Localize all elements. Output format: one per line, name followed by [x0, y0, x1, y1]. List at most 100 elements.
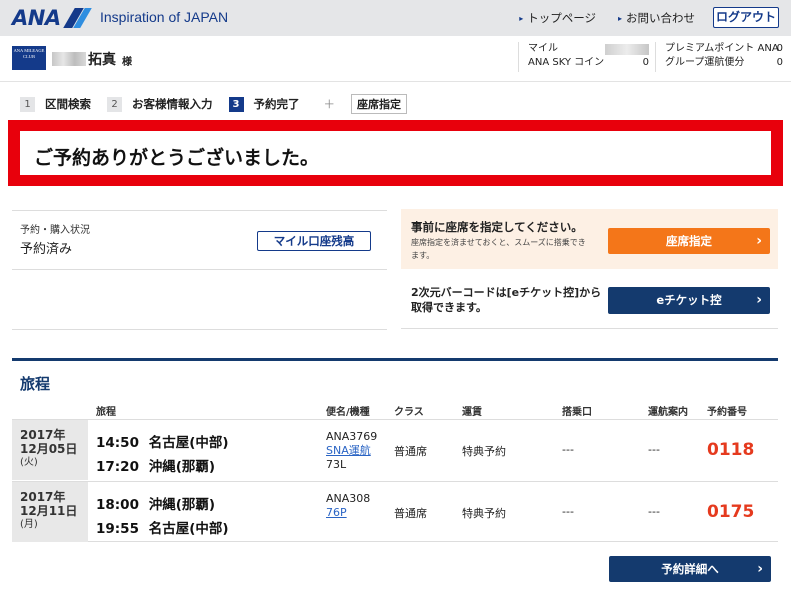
sky-coin-label: ANA SKY コイン	[528, 57, 605, 68]
fare-type: 特典予約	[462, 445, 506, 458]
group-flights-value: 0	[776, 57, 783, 68]
seat-panel-subtitle: 座席指定を済ませておくと、スムーズに搭乗できます。	[411, 238, 586, 260]
redacted-miles	[605, 44, 649, 55]
col-fare: 運賃	[462, 407, 482, 418]
plus-icon: ＋	[323, 97, 336, 111]
arrival-time: 17:20	[96, 459, 139, 475]
step-number: 2	[107, 96, 122, 112]
departure-time: 14:50	[96, 435, 139, 451]
arrival-time: 19:55	[96, 521, 139, 537]
departure-airport: 沖縄(那覇)	[148, 497, 216, 513]
status-value: 予約済み	[20, 242, 73, 257]
contact-link[interactable]: お問い合わせ	[618, 10, 695, 26]
fare-type: 特典予約	[462, 507, 506, 520]
booking-status-box: 予約・購入状況 予約済み マイル口座残高	[12, 210, 387, 330]
top-page-link[interactable]: トップページ	[519, 10, 596, 26]
step-search: 1 区間検索	[20, 96, 91, 112]
step-customer-info: 2 お客様情報入力	[107, 96, 213, 112]
arrival-airport: 沖縄(那覇)	[148, 459, 216, 475]
logout-button[interactable]: ログアウト	[713, 7, 779, 28]
date-day: 12月11日	[20, 504, 78, 518]
seat-panel-title: 事前に座席を指定してください。	[411, 220, 583, 234]
col-booking: 予約番号	[707, 407, 747, 418]
flight-info: ANA3769 SNA運航 73L	[326, 430, 377, 472]
step-number: 3	[228, 96, 244, 112]
aircraft-type: 73L	[326, 458, 347, 471]
points-summary: プレミアムポイント 0 ANAグループ運航便分 0	[655, 42, 783, 72]
honorific: 様	[122, 57, 132, 68]
flight-date: 2017年 12月05日 (火)	[12, 420, 88, 480]
sky-coin-value: 0	[642, 57, 649, 68]
mileage-club-badge: ANA MILEAGE CLUB	[12, 46, 46, 70]
logo-stripes-icon	[62, 8, 92, 28]
aircraft-link[interactable]: 76P	[326, 506, 370, 520]
user-info-bar: ANA MILEAGE CLUB 拓真 様 マイル ANA SKY コイン 0 …	[0, 36, 791, 82]
departure-time: 18:00	[96, 497, 139, 513]
date-weekday: (火)	[20, 457, 38, 468]
departure-airport: 名古屋(中部)	[148, 435, 229, 451]
flight-number: ANA3769	[326, 430, 378, 443]
booking-number: 0175	[707, 502, 755, 522]
redacted-surname	[52, 52, 86, 66]
eticket-button-label: eチケット控	[656, 293, 722, 307]
banner-inner: ご予約ありがとうございました。	[20, 131, 771, 175]
col-flight: 便名/機種	[326, 407, 370, 418]
step-number: 1	[20, 96, 35, 112]
table-row: 2017年 12月05日 (火) 14:50 名古屋(中部) 17:20 沖縄(…	[12, 419, 778, 480]
premium-points-label: プレミアムポイント	[665, 43, 755, 54]
arrival: 17:20 沖縄(那覇)	[96, 455, 215, 475]
thank-you-message: ご予約ありがとうございました。	[34, 147, 320, 169]
seat-class: 普通席	[394, 445, 427, 458]
eticket-panel: 2次元バーコードは[eチケット控]から取得できます。 eチケット控 ›	[401, 273, 778, 329]
step-label: 予約完了	[253, 97, 300, 111]
col-gate: 搭乗口	[562, 407, 592, 418]
col-operation: 運航案内	[648, 407, 688, 418]
operator-link[interactable]: SNA運航	[326, 444, 377, 458]
operation-info: ---	[648, 443, 660, 456]
booking-number: 0118	[707, 440, 755, 460]
seat-class: 普通席	[394, 507, 427, 520]
arrival-airport: 名古屋(中部)	[148, 521, 229, 537]
seat-selection-button[interactable]: 座席指定 ›	[608, 228, 770, 254]
departure: 18:00 沖縄(那覇)	[96, 493, 215, 513]
flight-number: ANA308	[326, 492, 371, 505]
date-weekday: (月)	[20, 519, 38, 530]
arrival: 19:55 名古屋(中部)	[96, 517, 229, 537]
col-class: クラス	[394, 407, 424, 418]
mile-balance-button[interactable]: マイル口座残高	[257, 231, 371, 251]
operation-info: ---	[648, 505, 660, 518]
ana-logo[interactable]: ANA	[12, 6, 92, 30]
booking-steps: 1 区間検索 2 お客様情報入力 3 予約完了 ＋ 座席指定	[20, 94, 407, 114]
itinerary-header: 旅程 便名/機種 クラス 運賃 搭乗口 運航案内 予約番号	[12, 401, 778, 419]
gate: ---	[562, 505, 574, 518]
itinerary-title: 旅程	[20, 375, 51, 393]
flight-date: 2017年 12月11日 (月)	[12, 482, 88, 542]
divider	[12, 269, 387, 270]
date-year: 2017年	[20, 428, 66, 442]
miles-summary: マイル ANA SKY コイン 0	[518, 42, 655, 72]
chevron-right-icon: ›	[756, 233, 762, 249]
chevron-right-icon: ›	[756, 292, 762, 308]
details-button-label: 予約詳細へ	[661, 562, 719, 576]
user-name: 拓真	[88, 52, 116, 68]
eticket-text: 2次元バーコードは[eチケット控]から取得できます。	[411, 286, 602, 314]
logo-text: ANA	[12, 6, 61, 30]
departure: 14:50 名古屋(中部)	[96, 431, 229, 451]
status-label: 予約・購入状況	[20, 225, 90, 236]
booking-details-button[interactable]: 予約詳細へ ›	[609, 556, 771, 582]
seat-button-label: 座席指定	[666, 234, 712, 248]
step-seat-selection: 座席指定	[351, 94, 407, 114]
step-label: 区間検索	[45, 97, 91, 111]
top-header: ANA Inspiration of JAPAN トップページ お問い合わせ ロ…	[0, 0, 791, 36]
eticket-button[interactable]: eチケット控 ›	[608, 287, 770, 314]
tagline: Inspiration of JAPAN	[100, 9, 229, 25]
premium-points-value: 0	[776, 43, 783, 54]
top-links: トップページ お問い合わせ	[519, 10, 695, 26]
itinerary-section: 旅程 旅程 便名/機種 クラス 運賃 搭乗口 運航案内 予約番号 2017年 1…	[12, 358, 778, 542]
col-route: 旅程	[96, 407, 116, 418]
gate: ---	[562, 443, 574, 456]
chevron-right-icon: ›	[757, 561, 763, 577]
step-label: お客様情報入力	[132, 97, 213, 111]
date-year: 2017年	[20, 490, 66, 504]
thank-you-banner: ご予約ありがとうございました。	[8, 120, 783, 186]
